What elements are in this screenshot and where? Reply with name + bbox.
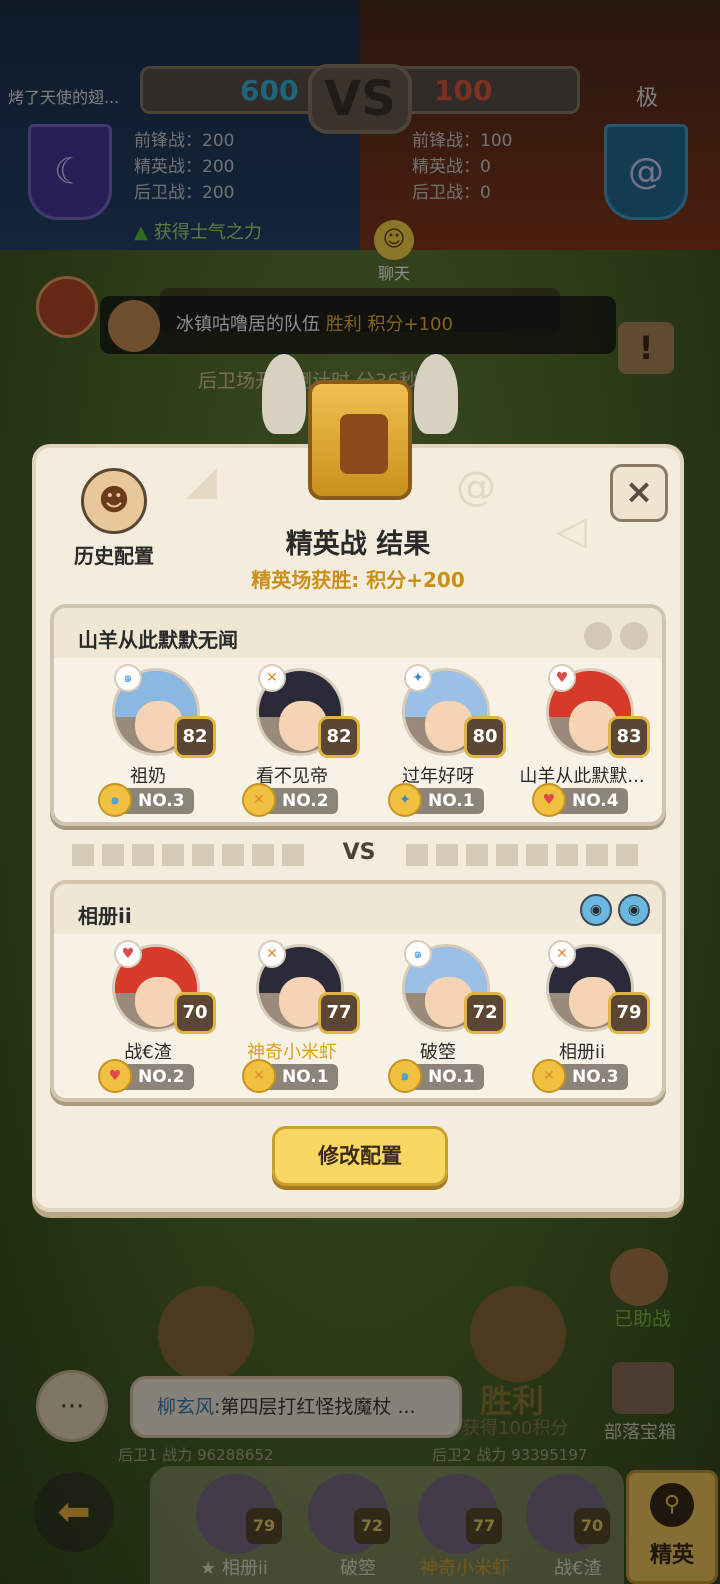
heart-element-icon: ♥	[114, 940, 142, 968]
close-button[interactable]: ×	[610, 464, 668, 522]
wind-element-icon: ๑	[404, 940, 432, 968]
wind-element-icon: ๑	[114, 664, 142, 692]
rank-label: NO.2	[138, 1067, 185, 1087]
horn-icon	[262, 354, 306, 434]
trophy-body	[308, 380, 412, 500]
vs-label: VS	[342, 840, 376, 865]
hero-level: 82	[174, 716, 216, 758]
heart-element-icon: ♥	[548, 664, 576, 692]
team-panel-top: 山羊从此默默无闻 ๑ 82 祖奶๑ NO.3 ✕ 82 看不见帝 ✕ NO.2 ✦ 80 过年好呀 ✦ N…	[50, 604, 666, 826]
totem-face	[340, 414, 388, 474]
hero-rank: ♥ NO.2	[98, 1059, 194, 1093]
placeholder-dot-icon	[584, 622, 612, 650]
rank-medal-icon: ๑	[98, 783, 132, 817]
hero-rank: ♥ NO.4	[532, 783, 628, 817]
rank-medal-icon: ๑	[388, 1059, 422, 1093]
vs-divider: VS	[72, 840, 646, 870]
hero-card[interactable]: ✕ 82 看不见帝 ✕ NO.2	[222, 662, 362, 822]
hero-rank: ✕ NO.3	[532, 1059, 628, 1093]
hero-level: 77	[318, 992, 360, 1034]
hero-rank: ๑ NO.1	[388, 1059, 484, 1093]
hero-card[interactable]: ๑ 82 祖奶๑ NO.3	[78, 662, 218, 822]
chevron-pattern	[72, 844, 312, 866]
hero-name: 相册ii	[558, 1042, 605, 1063]
placeholder-dot-icon	[620, 622, 648, 650]
hero-level: 82	[318, 716, 360, 758]
rank-medal-icon: ✕	[532, 1059, 566, 1093]
fire-element-icon: ✕	[548, 940, 576, 968]
rank-label: NO.1	[428, 1067, 475, 1087]
hero-level: 79	[608, 992, 650, 1034]
elite-result-dialog: ◢ @ ◁ ☻ 历史配置 × 精英战 结果 精英场获胜: 积分+200 山羊从此…	[32, 444, 684, 1212]
hero-level: 80	[464, 716, 506, 758]
rank-label: NO.4	[572, 791, 619, 811]
hero-level: 70	[174, 992, 216, 1034]
rank-medal-icon: ♥	[98, 1059, 132, 1093]
bird-icon: ◉	[580, 894, 612, 926]
hero-name: 神奇小米虾	[247, 1042, 337, 1063]
hero-level: 83	[608, 716, 650, 758]
trophy-icon	[262, 350, 458, 520]
hero-rank: ๑ NO.3	[98, 783, 194, 817]
hero-card[interactable]: ๑ 72 破箜๑ NO.1	[368, 938, 508, 1098]
hero-rank: ✕ NO.2	[242, 783, 338, 817]
hero-name: 过年好呀	[402, 766, 474, 787]
ice-element-icon: ✦	[404, 664, 432, 692]
hero-name: 破箜	[420, 1042, 456, 1063]
rank-label: NO.1	[282, 1067, 329, 1087]
rank-medal-icon: ✕	[242, 1059, 276, 1093]
chevron-pattern	[406, 844, 646, 866]
hero-rank: ✦ NO.1	[388, 783, 484, 817]
team-name: 山羊从此默默无闻	[78, 628, 238, 652]
rank-label: NO.1	[428, 791, 475, 811]
hero-rank: ✕ NO.1	[242, 1059, 338, 1093]
decor-icon: @	[456, 464, 496, 510]
modify-config-button[interactable]: 修改配置	[272, 1126, 448, 1186]
dialog-subtitle: 精英场获胜: 积分+200	[251, 568, 465, 592]
rank-label: NO.3	[138, 791, 185, 811]
rank-medal-icon: ♥	[532, 783, 566, 817]
hero-level: 72	[464, 992, 506, 1034]
rank-medal-icon: ✕	[242, 783, 276, 817]
rank-medal-icon: ✦	[388, 783, 422, 817]
rank-label: NO.2	[282, 791, 329, 811]
fire-element-icon: ✕	[258, 940, 286, 968]
hero-card[interactable]: ♥ 83 山羊从此默默... ♥ NO.4	[512, 662, 652, 822]
team-name: 相册ii	[78, 904, 132, 928]
hero-name: 战€渣	[124, 1042, 172, 1063]
team-panel-bottom: 相册ii ◉ ◉ ♥ 70 战€渣 ♥ NO.2 ✕ 77 神奇小米虾 ✕ NO.1 ๑ 72 破箜๑ N…	[50, 880, 666, 1102]
hero-name: 祖奶	[130, 766, 166, 787]
dialog-title: 精英战 结果	[285, 529, 431, 560]
hero-card[interactable]: ✕ 79 相册ii ✕ NO.3	[512, 938, 652, 1098]
decor-icon: ◢	[186, 458, 217, 504]
hero-card[interactable]: ✦ 80 过年好呀 ✦ NO.1	[368, 662, 508, 822]
hero-card[interactable]: ✕ 77 神奇小米虾 ✕ NO.1	[222, 938, 362, 1098]
fire-element-icon: ✕	[258, 664, 286, 692]
horn-icon	[414, 354, 458, 434]
rank-label: NO.3	[572, 1067, 619, 1087]
hero-card[interactable]: ♥ 70 战€渣 ♥ NO.2	[78, 938, 218, 1098]
bird-icon: ◉	[618, 894, 650, 926]
hero-name: 看不见帝	[256, 766, 328, 787]
team-header	[54, 884, 662, 934]
hero-name: 山羊从此默默...	[519, 766, 645, 787]
